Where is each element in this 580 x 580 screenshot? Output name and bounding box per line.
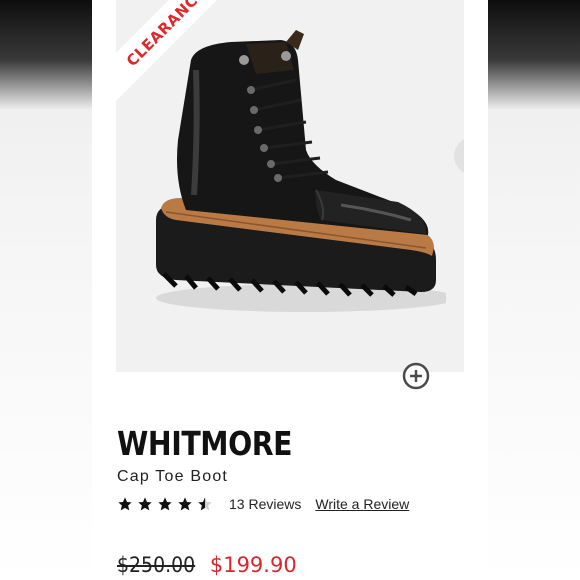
product-image-carousel[interactable]: CLEARANCE [116,0,464,372]
star-icon [158,497,172,511]
original-price: $250.00 [117,553,196,577]
write-review-link[interactable]: Write a Review [315,496,409,512]
clearance-badge-label: CLEARANCE [122,0,210,71]
product-title: WHITMORE [117,424,293,463]
product-page: CLEARANCE WHITMORE Cap Toe Boot 13 Revie… [92,0,488,580]
half-star-icon [198,497,212,511]
product-subtitle: Cap Toe Boot [117,468,229,485]
plus-circle-icon [402,362,430,390]
next-image-button[interactable] [454,137,464,175]
price-row: $250.00 $199.90 [117,553,297,577]
star-icon [178,497,192,511]
zoom-button[interactable] [402,362,430,390]
star-icon [118,497,132,511]
rating-row: 13 Reviews Write a Review [117,492,409,516]
background-right [488,0,580,580]
sale-price: $199.90 [209,553,297,577]
background-left [0,0,92,580]
clearance-badge: CLEARANCE [116,0,276,160]
star-rating[interactable] [117,496,213,512]
star-icon [138,497,152,511]
reviews-count-link[interactable]: 13 Reviews [229,496,301,512]
